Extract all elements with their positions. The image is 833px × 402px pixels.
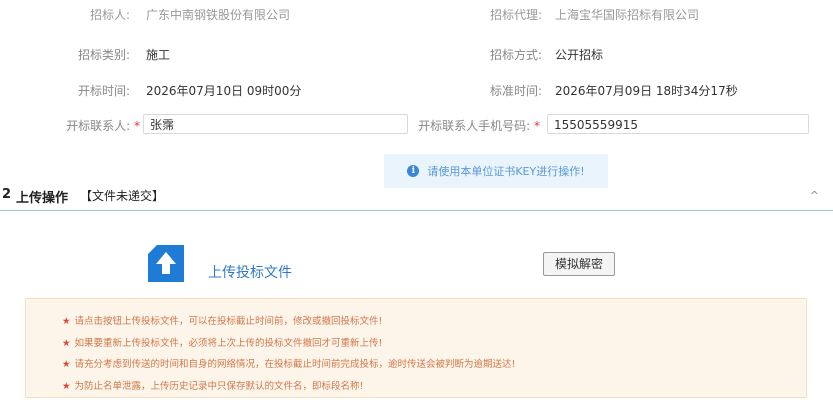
warning-line: ★ 请点击按钮上传投标文件，可以在投标截止时间前，修改或撤回投标文件! [62,313,382,327]
open-time-value: 2026年07月10日 09时00分 [146,84,302,98]
section-number: 2 [2,187,12,202]
warning-text: 请充分考虑到传送的时间和自身的网络情况，在投标截止时间前完成投标，逾时传送会被判… [74,359,516,370]
section-title: 上传操作 [16,191,69,206]
method-value: 公开招标 [555,48,604,62]
method-label: 招标方式: [489,48,542,62]
open-time-label: 开标时间: [77,84,130,98]
phone-input-value: 15505559915 [554,118,638,132]
warning-line: ★ 如果要重新上传投标文件，必须将上次上传的投标文件撤回才可重新上传! [62,335,382,349]
info-icon: i [407,165,420,177]
upload-section-header[interactable]: 2 上传操作 【文件未递交】 ^ [0,187,833,209]
notice-text: 请使用本单位证书KEY进行操作! [427,165,585,178]
required-mark: * [534,119,540,133]
phone-input[interactable]: 15505559915 [547,114,809,134]
agency-value: 上海宝华国际招标有限公司 [555,8,700,22]
agency-label: 招标代理: [489,8,542,22]
upload-bid-file-link[interactable]: 上传投标文件 [208,262,292,282]
star-icon: ★ [62,338,71,349]
contact-input-value: 张霈 [150,118,175,132]
section-status: 【文件未递交】 [80,189,165,203]
upload-arrow-icon[interactable] [148,245,184,282]
key-notice-banner: i 请使用本单位证书KEY进行操作! [384,154,608,188]
standard-time-label: 标准时间: [489,84,542,98]
tenderer-value: 广东中南钢铁股份有限公司 [146,8,291,22]
section-divider [0,210,833,211]
phone-label-group: 开标联系人手机号码: * [400,117,540,134]
standard-time-value: 2026年07月09日 18时34分17秒 [555,84,738,98]
required-mark: * [134,119,140,133]
star-icon: ★ [62,381,71,392]
warning-line: ★ 请充分考虑到传送的时间和自身的网络情况，在投标截止时间前完成投标，逾时传送会被… [62,356,515,370]
phone-label: 开标联系人手机号码: [418,119,531,133]
contact-input[interactable]: 张霈 [143,114,408,134]
contact-label-group: 开标联系人: * [40,117,140,134]
category-value: 施工 [146,48,171,62]
warning-text: 请点击按钮上传投标文件，可以在投标截止时间前，修改或撤回投标文件! [74,316,383,327]
category-label: 招标类别: [77,48,130,62]
warning-text: 如果要重新上传投标文件，必须将上次上传的投标文件撤回才可重新上传! [74,338,383,349]
simulate-decrypt-button[interactable]: 模拟解密 [543,252,615,276]
warning-text: 为防止名单泄露，上传历史记录中只保存默认的文件名，即标段名称! [74,381,364,392]
tenderer-label: 招标人: [89,8,130,22]
star-icon: ★ [62,316,71,327]
contact-label: 开标联系人: [66,119,131,133]
warning-line: ★ 为防止名单泄露，上传历史记录中只保存默认的文件名，即标段名称! [62,378,363,392]
star-icon: ★ [62,359,71,370]
chevron-up-icon[interactable]: ^ [810,189,819,202]
warning-box: ★ 请点击按钮上传投标文件，可以在投标截止时间前，修改或撤回投标文件! ★ 如果要重… [25,298,807,398]
